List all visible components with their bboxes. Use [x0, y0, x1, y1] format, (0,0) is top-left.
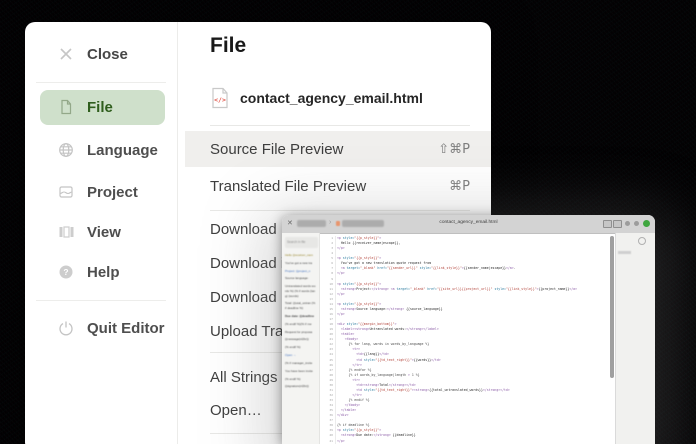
svg-text:</>: </>: [214, 96, 226, 104]
view-columns-icon: [58, 224, 74, 240]
string-row[interactable]: Request for proposa: [285, 330, 316, 335]
blurred-strip-text: [618, 251, 631, 254]
panel-circle-icon[interactable]: [638, 237, 646, 245]
string-row[interactable]: Total: {{total_untran (% if deadline %): [285, 301, 316, 310]
menu-item-shortcut: ⌘P: [449, 179, 470, 194]
search-input[interactable]: Search in file: [285, 237, 318, 248]
sidebar-item-view[interactable]: View: [25, 212, 177, 252]
sidebar-project-label: Project: [87, 184, 138, 201]
menu-item-label: Download: [210, 221, 277, 238]
current-file-name: contact_agency_email.html: [240, 90, 423, 106]
titlebar-circle-icon-1[interactable]: [625, 221, 630, 226]
project-icon: [58, 184, 74, 200]
right-side-strip: [615, 233, 655, 444]
string-row[interactable]: You have been invite: [285, 369, 316, 374]
sidebar-item-file[interactable]: File: [25, 87, 177, 127]
svg-text:?: ?: [63, 267, 68, 277]
sidebar-divider: [177, 22, 178, 444]
sidebar-item-language[interactable]: Language: [25, 130, 177, 170]
string-row[interactable]: Source language:: [285, 276, 316, 281]
page-title: File: [210, 34, 246, 58]
string-row[interactable]: (% endif %): [285, 345, 316, 350]
line-number: 41: [320, 439, 333, 444]
strings-list[interactable]: Hello {{receiver_nam You've got a new tra…: [285, 253, 316, 392]
line-numbers: 1234567891011121314151617181920212223242…: [320, 236, 336, 444]
sidebar-close-label: Close: [87, 46, 128, 63]
code-line: </p>: [337, 439, 609, 444]
sidebar-view-label: View: [87, 224, 121, 241]
string-row[interactable]: (% if manager_invite: [285, 361, 316, 366]
string-row[interactable]: (% endif %): [285, 377, 316, 382]
help-icon: ?: [58, 264, 74, 280]
menu-item-label: All Strings: [210, 369, 278, 386]
current-file-row: </> contact_agency_email.html: [210, 82, 423, 114]
menu-item-label: Source File Preview: [210, 141, 343, 158]
layout-toggle-icon-2[interactable]: [613, 220, 622, 228]
string-row[interactable]: (% endif %)(% if me: [285, 322, 316, 327]
power-icon: [58, 320, 74, 336]
strings-panel: Search in file Hello {{receiver_nam You'v…: [282, 233, 320, 444]
string-row[interactable]: {{message|nl2br}}: [285, 337, 316, 342]
sidebar-item-project[interactable]: Project: [25, 172, 177, 212]
menu-item-label: Download in: [210, 255, 293, 272]
sidebar-item-close[interactable]: Close: [25, 34, 177, 74]
content-divider-2: [210, 210, 470, 211]
menu-item-label: Open…: [210, 402, 262, 419]
string-row[interactable]: Due date: {{deadline: [285, 314, 316, 319]
string-row[interactable]: Project: {{project_n: [285, 269, 316, 274]
string-row[interactable]: Untranslated words words %) (% if words …: [285, 284, 316, 298]
string-row[interactable]: Open →: [285, 353, 316, 358]
menu-item-label: Translated File Preview: [210, 178, 366, 195]
menu-item-source-file-preview[interactable]: Source File Preview ⇧⌘P: [185, 131, 491, 167]
string-row[interactable]: You've got a new tra: [285, 261, 316, 266]
code-lines: <p style="{{p_style}}"> Hello {{receiver…: [337, 236, 609, 444]
menu-item-translated-file-preview[interactable]: Translated File Preview ⌘P: [185, 168, 491, 204]
window-titlebar[interactable]: ✕ › contact_agency_email.html: [282, 215, 655, 234]
layout-toggle-icon-1[interactable]: [603, 220, 612, 228]
sidebar-quit-label: Quit Editor: [87, 320, 165, 337]
avatar-green-dot[interactable]: [643, 220, 650, 227]
close-icon: [58, 46, 74, 62]
sidebar-separator: [36, 82, 166, 83]
menu-item-label: Download Fi: [210, 289, 293, 306]
sidebar-help-label: Help: [87, 264, 120, 281]
menu-item-shortcut: ⇧⌘P: [438, 142, 470, 157]
file-page-icon: [58, 99, 74, 115]
globe-icon: [58, 142, 74, 158]
html-file-icon: </>: [210, 87, 230, 109]
string-row[interactable]: {{signature|nl2br}}: [285, 384, 316, 389]
code-scrollbar[interactable]: [610, 236, 614, 378]
content-divider-1: [210, 125, 470, 126]
screen: Close File Language Project Vi: [0, 0, 696, 444]
source-file-preview-window: ✕ › contact_agency_email.html Search in …: [282, 215, 655, 444]
sidebar-language-label: Language: [87, 142, 158, 159]
titlebar-circle-icon-2[interactable]: [634, 221, 639, 226]
sidebar-item-quit-editor[interactable]: Quit Editor: [25, 308, 177, 348]
sidebar-separator-2: [36, 300, 166, 301]
code-line: <strong>Project:</strong> <a target="_bl…: [337, 287, 609, 292]
sidebar-item-help[interactable]: ? Help: [25, 252, 177, 292]
string-row[interactable]: Hello {{receiver_nam: [285, 253, 316, 258]
sidebar-file-label: File: [87, 99, 113, 116]
window-title: contact_agency_email.html: [282, 220, 655, 225]
